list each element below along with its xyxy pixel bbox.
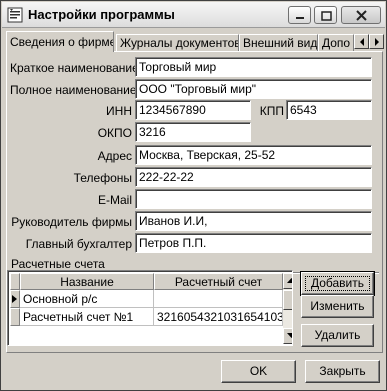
edit-account-button[interactable]: Изменить (301, 295, 374, 318)
phones-label: Телефоны (73, 171, 132, 185)
full-name-label: Полное наименование (10, 83, 137, 97)
table-row-1-number[interactable]: 3216054321031654103 (154, 308, 283, 326)
settings-window: Настройки программы Сведения о фирме Жур… (0, 0, 387, 391)
director-label: Руководитель фирмы (11, 215, 132, 229)
close-icon (356, 10, 367, 21)
arrow-down-icon (287, 333, 292, 338)
table-row-0-name[interactable]: Основной р/с (20, 290, 154, 308)
director-field[interactable]: Иванов И.И, (135, 211, 372, 231)
email-field[interactable] (135, 189, 372, 209)
maximize-icon (321, 11, 332, 21)
kpp-label: КПП (259, 104, 284, 118)
current-row-arrow-icon (12, 295, 17, 303)
close-button[interactable] (341, 6, 381, 24)
ok-button[interactable]: OK (221, 360, 296, 383)
app-icon (7, 7, 23, 23)
delete-account-label: Удалить (314, 328, 361, 342)
address-label: Адрес (97, 149, 132, 163)
row-indicator[interactable] (10, 290, 20, 308)
minimize-icon (296, 17, 304, 19)
arrow-up-icon (287, 278, 292, 283)
okpo-field[interactable]: 3216 (135, 122, 251, 142)
tab-additional[interactable]: Допо (318, 34, 354, 51)
delete-account-button[interactable]: Удалить (301, 324, 374, 347)
tab-scroll-right-button[interactable] (369, 34, 384, 49)
short-name-field[interactable]: Торговый мир (135, 57, 372, 77)
chevron-left-icon (360, 38, 364, 46)
ok-label: OK (249, 364, 268, 378)
full-name-field[interactable]: ООО "Торговый мир" (135, 79, 372, 99)
chevron-right-icon (375, 38, 379, 46)
tab-company-info[interactable]: Сведения о фирме (6, 31, 114, 52)
table-row-0-number[interactable] (154, 290, 283, 308)
tab-document-journals[interactable]: Журналы документов (116, 34, 239, 51)
column-header-name[interactable]: Название (20, 273, 154, 290)
minimize-button[interactable] (288, 6, 311, 24)
kpp-field[interactable]: 6543 (286, 100, 372, 120)
short-name-label: Краткое наименование (10, 61, 139, 75)
accountant-field[interactable]: Петров П.П. (135, 233, 372, 253)
close-dialog-button[interactable]: Закрыть (305, 360, 380, 383)
okpo-label: ОКПО (97, 126, 132, 140)
accounts-section-title: Расчетные счета (11, 257, 105, 271)
edit-account-label: Изменить (310, 299, 365, 313)
add-account-button[interactable]: Добавить (300, 271, 375, 296)
tab-strip: Сведения о фирме Журналы документов Внеш… (6, 31, 384, 52)
column-header-account[interactable]: Расчетный счет (154, 273, 283, 290)
scroll-down-button[interactable] (283, 328, 292, 344)
phones-field[interactable]: 222-22-22 (135, 167, 372, 187)
accounts-grid[interactable]: Название Расчетный счет Основной р/с Рас… (7, 270, 293, 346)
close-label: Закрыть (319, 364, 366, 378)
address-field[interactable]: Москва, Тверская, 25-52 (135, 145, 372, 165)
row-indicator[interactable] (10, 308, 20, 326)
scroll-thumb[interactable] (283, 290, 292, 310)
email-label: E-Mail (97, 193, 132, 207)
grid-corner (10, 273, 20, 290)
maximize-button[interactable] (314, 6, 337, 24)
table-row-1-name[interactable]: Расчетный счет №1 (20, 308, 154, 326)
inn-label: ИНН (106, 104, 132, 118)
window-title: Настройки программы (28, 7, 175, 22)
inn-field[interactable]: 1234567890 (135, 100, 251, 120)
accountant-label: Главный бухгалтер (25, 237, 132, 251)
tab-scroll-left-button[interactable] (354, 34, 369, 49)
grid-vertical-scrollbar[interactable] (283, 273, 292, 344)
add-account-label: Добавить (310, 276, 365, 290)
scroll-up-button[interactable] (283, 273, 292, 289)
tab-appearance[interactable]: Внешний вид (239, 34, 318, 51)
title-bar[interactable]: Настройки программы (2, 2, 385, 28)
